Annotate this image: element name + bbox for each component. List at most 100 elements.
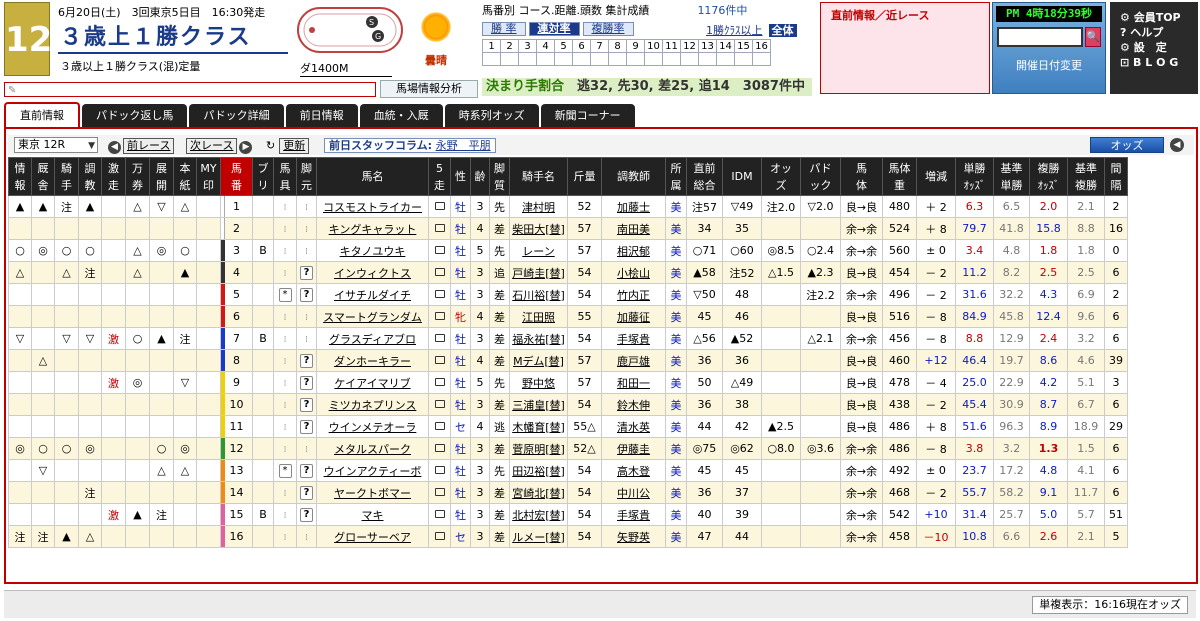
column-header[interactable]: 5走 [428,157,451,196]
tab-4[interactable]: 血統・入厩 [359,104,443,128]
mark-cell[interactable] [196,503,221,526]
trainer-name[interactable]: 鹿戸雄 [601,349,666,372]
mark-cell[interactable] [196,525,221,548]
mark-cell[interactable] [78,283,102,306]
mark-cell[interactable]: ▽ [78,327,102,350]
mark-cell[interactable] [125,437,150,460]
mark-cell[interactable] [173,481,197,504]
column-header[interactable]: MY 印 [196,157,221,196]
trainer-name[interactable]: 南田美 [601,217,666,240]
mark-cell[interactable]: ▲ [78,195,102,218]
mark-cell[interactable]: 激 [101,371,126,394]
table-row[interactable]: 激 ◎ ▽ 9 ⁞? ケイアイマリブ牡 5 先野中悠 57 和田一美 50 △49 良→良 478 － 42… [8,371,1128,394]
mark-cell[interactable] [196,283,221,306]
mark-cell[interactable] [101,239,126,262]
mark-cell[interactable]: △ [31,349,55,372]
menu-item[interactable]: ⚙ 設 定 [1120,40,1198,55]
mark-cell[interactable] [54,217,79,240]
mark-cell[interactable]: ▽ [173,371,197,394]
column-header[interactable]: オッズ [761,157,801,196]
mark-cell[interactable] [196,481,221,504]
past5-icon[interactable] [428,305,451,328]
mark-cell[interactable] [8,371,32,394]
table-row[interactable]: 5 *? イサチルダイチ牡 3 差石川裕[替] 54 竹内正美 ▽50 48 注2.2 余→余 496… [8,283,1128,306]
mark-cell[interactable]: 注 [54,195,79,218]
mark-cell[interactable] [54,349,79,372]
mark-cell[interactable] [101,393,126,416]
mark-cell[interactable] [173,283,197,306]
mark-cell[interactable]: ▽ [31,459,55,482]
mark-cell[interactable] [8,393,32,416]
column-header[interactable]: 馬番 [220,157,253,196]
table-row[interactable]: 注注 ▲ △ 16 ⁞ ⁞ グローサーベアセ 3 差ルメー[替] 54 矢野英美 47 44 余→余 458… [8,525,1128,548]
column-header[interactable]: 馬体重 [882,157,917,196]
column-header[interactable]: 馬体 [840,157,883,196]
mark-cell[interactable] [78,459,102,482]
mark-cell[interactable]: △ [54,261,79,284]
mark-cell[interactable] [31,393,55,416]
search-input[interactable] [997,27,1083,47]
past5-icon[interactable] [428,393,451,416]
past5-icon[interactable] [428,261,451,284]
window-icon[interactable] [434,312,445,320]
trainer-name[interactable]: 小桧山 [601,261,666,284]
column-header[interactable]: ブリ [252,157,274,196]
question-icon[interactable]: ? [300,376,313,390]
mark-cell[interactable]: ○ [149,437,174,460]
window-icon[interactable] [434,290,445,298]
search-icon[interactable]: 🔍 [1085,27,1101,47]
window-icon[interactable] [434,356,445,364]
jockey-name[interactable]: 柴田大[替] [509,217,568,240]
race-select[interactable]: 東京 12R ▼ [14,137,98,153]
table-row[interactable]: 2 ⁞ ⁞ キングキャラット牡 4 差柴田大[替] 57 南田美美 34 35 余→余 524 ＋ 87… [8,217,1128,240]
mark-cell[interactable]: 注 [8,525,32,548]
tab-5[interactable]: 時系列オッズ [444,104,539,128]
mark-cell[interactable] [78,349,102,372]
mark-cell[interactable] [196,393,221,416]
window-icon[interactable] [434,224,445,232]
window-icon[interactable] [434,202,445,210]
table-row[interactable]: 激 ▲ 注 15 B ⁞? マキ牡 3 差北村宏[替] 54 手塚貴美 40 39 余→余 542 +10 31… [8,503,1128,526]
mark-cell[interactable] [54,503,79,526]
mark-cell[interactable] [125,393,150,416]
horse-name[interactable]: グローサーベア [316,525,429,548]
tab-2[interactable]: パドック詳細 [189,104,284,128]
column-header[interactable]: 万券 [125,157,150,196]
mark-cell[interactable]: △ [8,261,32,284]
mark-cell[interactable] [78,393,102,416]
mark-cell[interactable]: ◎ [173,437,197,460]
window-icon[interactable] [434,268,445,276]
jockey-name[interactable]: 木幡育[替] [509,415,568,438]
past5-icon[interactable] [428,195,451,218]
mark-cell[interactable] [54,393,79,416]
table-row[interactable]: 11 ⁞? ウインメテオーラセ 4 逃木幡育[替] 55△ 清水英美 44 42 ▲2.5 良→良 4… [8,415,1128,438]
mark-cell[interactable]: ◎ [125,371,150,394]
question-icon[interactable]: ? [300,420,313,434]
mark-cell[interactable]: ○ [8,239,32,262]
trainer-name[interactable]: 清水英 [601,415,666,438]
mark-cell[interactable] [101,437,126,460]
trainer-name[interactable]: 加藤征 [601,305,666,328]
mark-cell[interactable] [78,371,102,394]
mark-cell[interactable] [101,283,126,306]
jockey-name[interactable]: 田辺裕[替] [509,459,568,482]
column-header[interactable]: 激走 [101,157,126,196]
column-header[interactable]: 厩舎 [31,157,55,196]
tab-0[interactable]: 直前情報 [4,102,80,129]
mark-cell[interactable] [196,195,221,218]
mark-cell[interactable]: ○ [31,437,55,460]
mark-cell[interactable] [196,349,221,372]
mark-cell[interactable]: 注 [78,481,102,504]
question-icon[interactable]: ? [300,398,313,412]
horse-name[interactable]: グラスディアブロ [316,327,429,350]
window-icon[interactable] [434,334,445,342]
mark-cell[interactable] [125,349,150,372]
mark-cell[interactable]: ○ [125,327,150,350]
mark-cell[interactable] [31,327,55,350]
jockey-name[interactable]: 北村宏[替] [509,503,568,526]
question-icon[interactable]: ? [300,354,313,368]
past5-icon[interactable] [428,371,451,394]
horse-name[interactable]: ヤークトボマー [316,481,429,504]
mark-cell[interactable] [31,217,55,240]
mark-cell[interactable]: △ [173,459,197,482]
